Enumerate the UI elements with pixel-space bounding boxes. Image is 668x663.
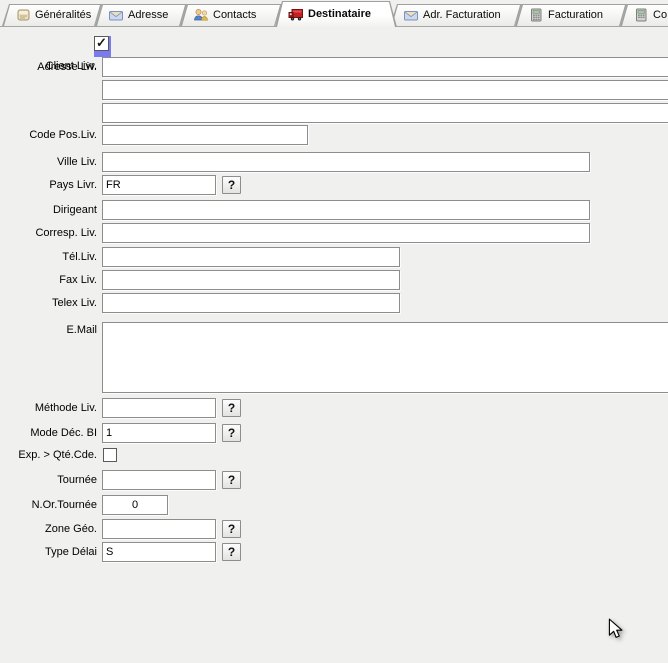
corresp-liv-label: Corresp. Liv. [0,223,97,243]
tab-co-truncated[interactable]: Co [620,4,668,26]
n-or-tournee-input[interactable] [102,495,168,515]
calculator-icon [528,7,544,23]
tournee-label: Tournée [0,470,97,490]
tab-label: Co [653,9,667,21]
mode-dec-bi-label: Mode Déc. BI [0,423,97,443]
dirigeant-input[interactable] [102,200,590,220]
mode-dec-bi-lookup-button[interactable]: ? [222,424,241,442]
adresse-liv-label: Adresse Liv. [0,57,97,77]
code-pos-liv-input[interactable] [102,125,308,145]
type-delai-lookup-button[interactable]: ? [222,543,241,561]
methode-liv-label: Méthode Liv. [0,398,97,418]
tab-label: Contacts [213,9,256,21]
ville-liv-label: Ville Liv. [0,152,97,172]
client-livr-checkbox[interactable] [94,36,109,51]
email-textarea[interactable] [102,322,668,393]
methode-liv-lookup-button[interactable]: ? [222,399,241,417]
mouse-cursor [608,618,624,640]
tab-facturation[interactable]: Facturation [515,4,627,26]
ville-liv-input[interactable] [102,152,590,172]
calculator-icon [633,7,649,23]
people-icon [193,7,209,23]
type-delai-input[interactable] [102,542,216,562]
telex-liv-label: Telex Liv. [0,293,97,313]
client-livr-checkbox-focus [94,36,111,57]
type-delai-label: Type Délai [0,542,97,562]
envelope-icon [108,7,124,23]
destinataire-form-window: { "tabbar": { "tabs": [ {"label": "Génér… [0,0,668,663]
zone-geo-lookup-button[interactable]: ? [222,520,241,538]
exp-qte-cde-label: Exp. > Qté.Cde. [0,445,97,465]
tel-liv-label: Tél.Liv. [0,247,97,267]
exp-qte-cde-checkbox[interactable] [103,448,117,462]
n-or-tournee-label: N.Or.Tournée [0,495,97,515]
fax-liv-input[interactable] [102,270,400,290]
form-panel: Client Livr. Adresse Liv. Code Pos.Liv. … [0,27,668,663]
fax-liv-label: Fax Liv. [0,270,97,290]
code-pos-liv-label: Code Pos.Liv. [0,125,97,145]
adresse-liv-input-1[interactable] [102,57,668,77]
pays-livr-input[interactable] [102,175,216,195]
email-label: E.Mail [0,323,97,337]
pays-livr-label: Pays Livr. [0,175,97,195]
adresse-liv-input-2[interactable] [102,80,668,100]
tab-label: Généralités [35,9,91,21]
tournee-input[interactable] [102,470,216,490]
note-icon [15,7,31,23]
tournee-lookup-button[interactable]: ? [222,471,241,489]
tab-bar: Généralités Adresse C [0,0,668,27]
zone-geo-label: Zone Géo. [0,519,97,539]
adresse-liv-input-3[interactable] [102,103,668,123]
mode-dec-bi-input[interactable] [102,423,216,443]
truck-icon [288,6,304,22]
tab-contacts[interactable]: Contacts [180,4,282,26]
tab-label: Adresse [128,9,168,21]
tab-adr-facturation[interactable]: Adr. Facturation [390,4,522,26]
corresp-liv-input[interactable] [102,223,590,243]
pays-livr-lookup-button[interactable]: ? [222,176,241,194]
tel-liv-input[interactable] [102,247,400,267]
tab-destinataire[interactable]: Destinataire [275,1,397,27]
telex-liv-input[interactable] [102,293,400,313]
tab-generalites[interactable]: Généralités [2,4,102,26]
tab-adresse[interactable]: Adresse [95,4,187,26]
envelope-icon [403,7,419,23]
methode-liv-input[interactable] [102,398,216,418]
zone-geo-input[interactable] [102,519,216,539]
tab-label: Facturation [548,9,603,21]
tab-label: Adr. Facturation [423,9,501,21]
dirigeant-label: Dirigeant [0,200,97,220]
tab-label: Destinataire [308,8,371,20]
